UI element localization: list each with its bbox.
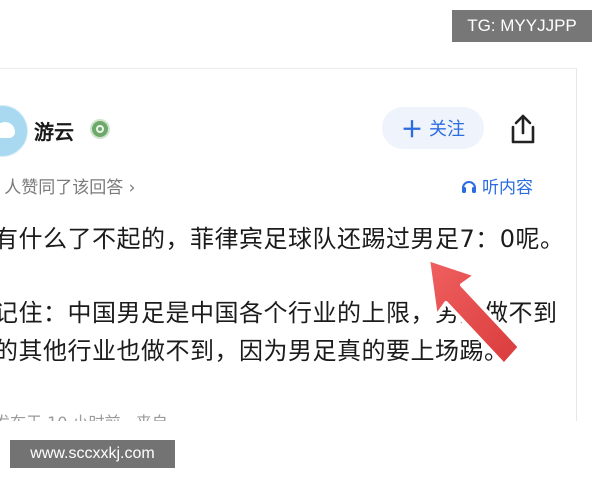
share-icon[interactable] [508, 113, 538, 145]
author-name[interactable]: 游云 [34, 116, 74, 145]
listen-label: 听内容 [482, 178, 533, 198]
avatar-icon[interactable] [0, 105, 28, 157]
follow-label: 关注 [429, 119, 465, 140]
plus-icon: ＋ [400, 118, 423, 143]
answer-footer: 发布于 10 小时前 · 来自 [0, 409, 168, 421]
content-line-1: 有什么了不起的，菲律宾足球队还踢过男足7：0呢。 [0, 225, 565, 253]
watermark-bottom: www.sccxxkj.com [10, 440, 175, 468]
listen-button[interactable]: 听内容 [460, 173, 533, 198]
upvote-meta[interactable]: 3 人赞同了该回答 › [0, 173, 135, 198]
watermark-top: TG: MYYJJPP [452, 10, 592, 42]
follow-button[interactable]: ＋ 关注 [382, 107, 484, 149]
red-arrow-annotation [426, 257, 522, 367]
badge-icon [90, 119, 110, 139]
headphones-icon [462, 180, 476, 193]
